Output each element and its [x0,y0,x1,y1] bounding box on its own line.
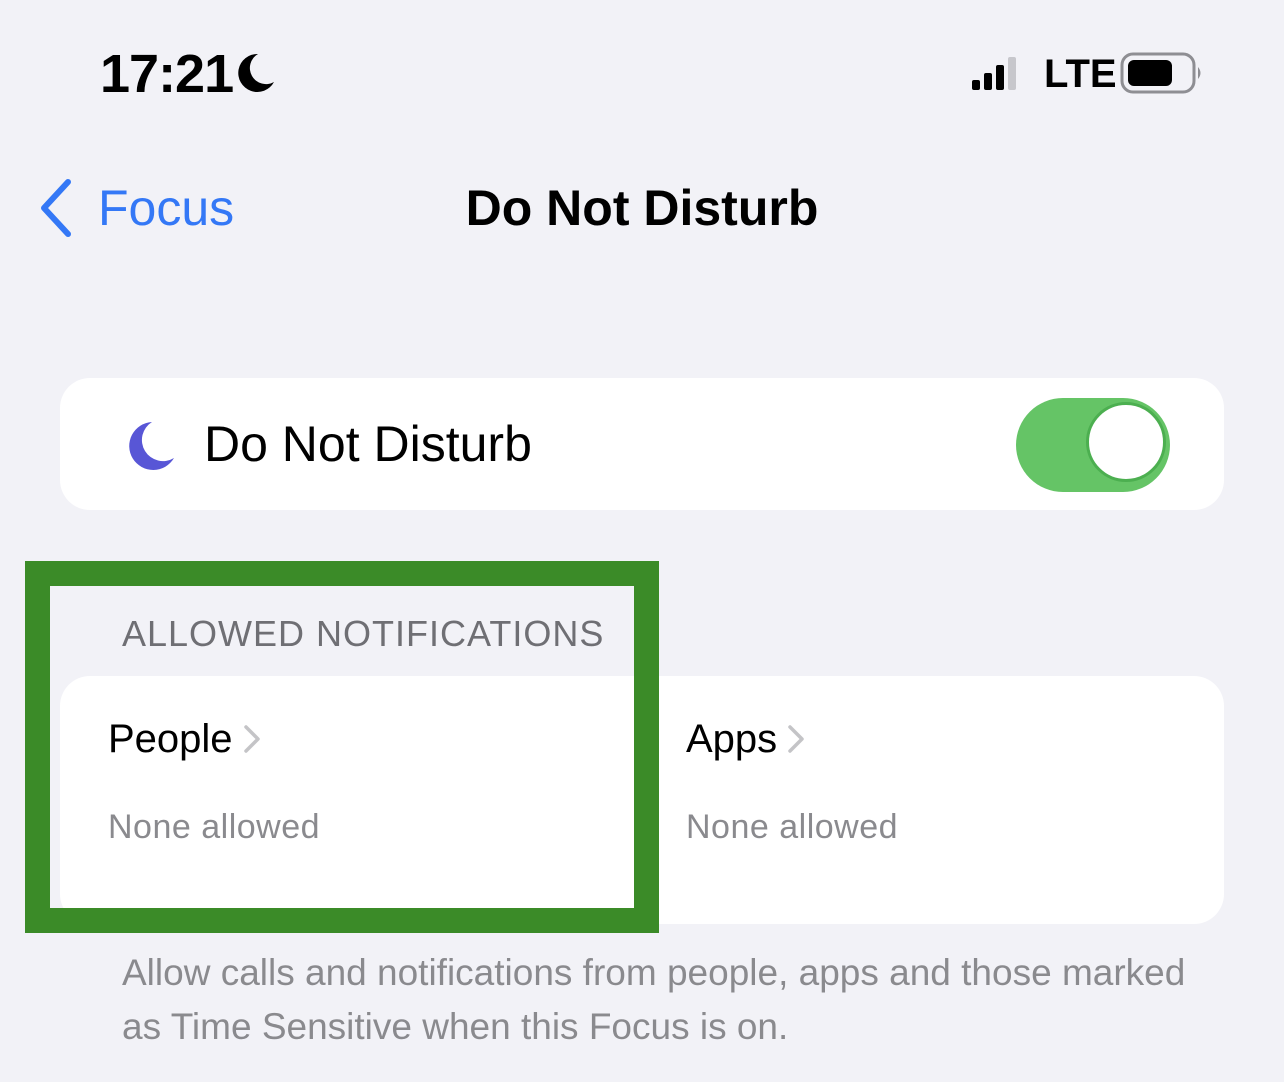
cellular-signal-icon [972,57,1016,90]
allowed-notifications-card: People None allowed Apps None allowed [60,676,1224,924]
focus-toggle-card: Do Not Disturb [60,378,1224,510]
page-title: Do Not Disturb [465,180,819,236]
status-time: 17:21 [100,44,234,104]
apps-subtitle: None allowed [686,808,899,846]
moon-icon [238,53,274,92]
network-label: LTE [1044,52,1117,96]
apps-cell[interactable]: Apps None allowed [636,676,1224,924]
section-header-allowed-notifications: ALLOWED NOTIFICATIONS [122,613,605,654]
focus-toggle-switch[interactable] [1016,398,1170,492]
chevron-right-icon [788,725,804,753]
focus-toggle-label: Do Not Disturb [204,416,532,472]
switch-knob [1086,402,1166,482]
section-footer-description: Allow calls and notifications from peopl… [122,952,1186,1047]
battery-icon [1120,52,1201,94]
apps-title: Apps [686,717,778,761]
people-cell[interactable]: People None allowed [60,676,636,924]
moon-icon [129,422,174,470]
people-title: People [108,717,233,761]
people-subtitle: None allowed [108,808,321,846]
chevron-right-icon [243,725,260,753]
